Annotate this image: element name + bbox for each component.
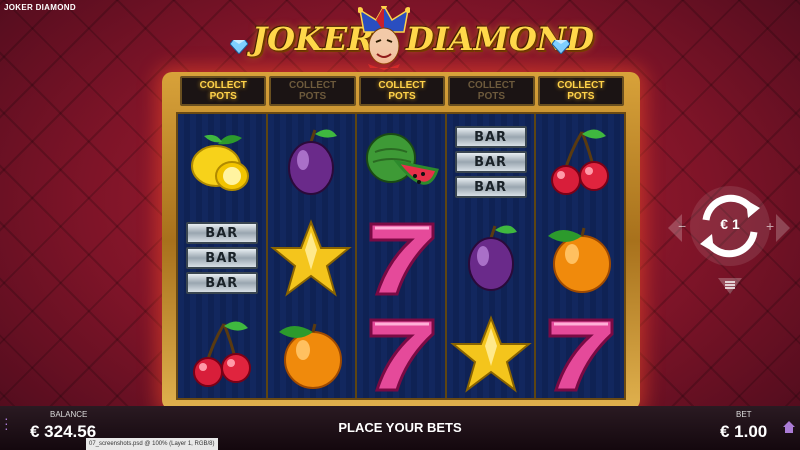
bar-label: BAR [474,129,508,145]
cherry-icon [192,321,251,387]
more-options-icon[interactable]: · · · [4,411,12,435]
bar-block: BAR [185,272,258,294]
symbol-plum [447,210,535,306]
seven-icon [369,222,435,296]
triple-bar-icon: BAR BAR BAR [454,126,527,198]
bar-block: BAR [454,126,527,148]
star-icon [270,219,353,297]
symbol-plum [268,114,356,210]
symbol-cherry [536,114,624,210]
collect-pot-1: COLLECT POTS [180,76,267,106]
collect-pot-2: COLLECT POTS [269,76,356,106]
collect-pot-3: COLLECT POTS [358,76,446,106]
menu-icon [718,278,742,294]
cherry-icon [551,129,610,195]
symbol-orange [536,210,624,306]
symbol-cherry [178,306,266,402]
tooltip-strip: 07_screenshots.psd @ 100% (Layer 1, RGB/… [86,438,218,450]
plum-icon [288,129,338,195]
orange-icon [279,323,343,389]
triple-bar-icon: BAR BAR BAR [185,222,258,294]
balance-label: BALANCE [50,410,88,419]
logo-word-joker: JOKER [252,20,374,58]
spin-controls: − + € 1 [668,180,790,300]
collect-pot-4: COLLECT POTS [448,76,535,106]
reel-2 [267,114,358,398]
symbol-bar3: BAR BAR BAR [447,114,535,210]
reel-1: BAR BAR BAR [178,114,268,398]
reel-5 [536,114,624,398]
seven-icon [369,318,435,392]
bet-label: BET [736,410,752,419]
bar-block: BAR [185,222,258,244]
diamond-icon [552,40,570,54]
bar-block: BAR [454,151,527,173]
bar-block: BAR [185,247,258,269]
symbol-star [268,210,356,306]
spin-bet-amount: € 1 [720,216,740,232]
bar-label: BAR [205,225,239,241]
status-message: PLACE YOUR BETS [338,420,462,435]
symbol-star [447,306,535,402]
bar-block: BAR [454,176,527,198]
jester-icon [358,6,410,70]
reels: BAR BAR BAR BAR BAR BAR [178,114,624,398]
symbol-melon [357,114,445,210]
melon-icon [365,133,439,185]
diamond-icon [230,40,248,54]
plum-icon [467,225,517,291]
reel-window: BAR BAR BAR BAR BAR BAR [176,112,626,400]
game-title: JOKER DIAMOND [4,3,76,12]
collect-pot-5: COLLECT POTS [537,76,625,106]
symbol-lemon [178,114,266,210]
reel-3 [357,114,447,398]
home-icon[interactable] [782,420,796,434]
minus-icon: − [678,218,687,234]
symbol-bar3: BAR BAR BAR [178,210,266,306]
orange-icon [548,227,612,293]
bet-value[interactable]: € 1.00 [720,422,767,442]
bar-label: BAR [474,154,508,170]
symbol-orange [268,306,356,402]
star-icon [449,315,532,393]
bar-label: BAR [474,179,508,195]
bar-label: BAR [205,275,239,291]
seven-icon [548,318,614,392]
increase-bet-button[interactable] [776,214,790,242]
slot-machine-frame: COLLECT POTS COLLECT POTS COLLECT POTS C… [162,72,640,410]
symbol-seven [536,306,624,402]
collect-pots-row: COLLECT POTS COLLECT POTS COLLECT POTS C… [180,76,625,106]
bar-label: BAR [205,250,239,266]
symbol-seven [357,306,445,402]
reel-4: BAR BAR BAR [446,114,537,398]
lemon-icon [190,134,249,191]
game-logo: JOKER DIAMOND [230,6,594,70]
symbol-seven [357,210,445,306]
autoplay-menu-button[interactable] [716,276,744,296]
